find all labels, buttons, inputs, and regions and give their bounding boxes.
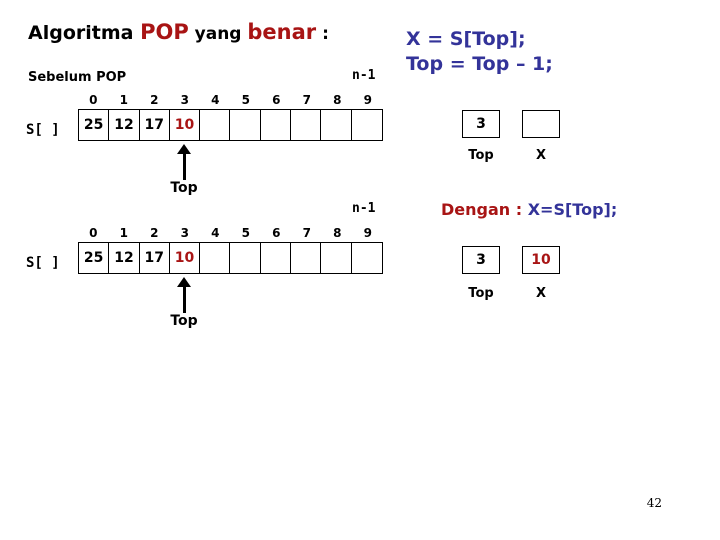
array-1-index-7: 7 (302, 93, 311, 107)
array-1-index-5: 5 (241, 93, 250, 107)
array-1-cell-9[interactable] (352, 110, 382, 140)
title-part-3: : (316, 24, 329, 44)
array-1-index-6: 6 (272, 93, 281, 107)
array-2-cell-0[interactable]: 25 (79, 243, 110, 273)
array-2-cell-8[interactable] (321, 243, 352, 273)
array-2-index-5: 5 (241, 226, 250, 240)
array-1-cell-7[interactable] (291, 110, 322, 140)
array-2-index-6: 6 (272, 226, 281, 240)
array-2-index-0: 0 (89, 226, 98, 240)
array-1-index-1: 1 (119, 93, 128, 107)
array-2-range-label: n-1 (352, 201, 376, 216)
array-1-range-label: n-1 (352, 68, 376, 83)
array-1-cell-0[interactable]: 25 (79, 110, 110, 140)
state-before-x-box[interactable] (522, 110, 560, 138)
title-part-2: yang (188, 24, 248, 44)
array-2-cell-9[interactable] (352, 243, 382, 273)
array-1-section-label: Sebelum POP (28, 70, 127, 85)
state-after-top-box[interactable]: 3 (462, 246, 500, 274)
page-title: Algoritma POP yang benar : (28, 20, 329, 44)
code-line-2: Top = Top – 1; (406, 53, 553, 75)
array-1-cell-3[interactable]: 10 (170, 110, 201, 140)
array-2-index-7: 7 (302, 226, 311, 240)
array-2-index-9: 9 (363, 226, 372, 240)
array-1-cell-6[interactable] (261, 110, 292, 140)
state-after-x-label: X (535, 286, 547, 301)
title-keyword-pop: POP (140, 20, 189, 44)
array-1-index-0: 0 (89, 93, 98, 107)
array-2-cell-6[interactable] (261, 243, 292, 273)
array-2-cell-1[interactable]: 12 (109, 243, 140, 273)
array-1-cell-5[interactable] (230, 110, 261, 140)
array-2-cell-3[interactable]: 10 (170, 243, 201, 273)
array-2-top-pointer-label: Top (170, 313, 198, 329)
array-1-cell-4[interactable] (200, 110, 231, 140)
array-1-top-pointer-label: Top (170, 180, 198, 196)
array-1-index-3: 3 (180, 93, 189, 107)
array-1-index-2: 2 (150, 93, 159, 107)
array-2-cell-4[interactable] (200, 243, 231, 273)
slide-canvas: Algoritma POP yang benar : Sebelum POP n… (0, 0, 720, 540)
array-2-index-3: 3 (180, 226, 189, 240)
array-1-cells: 25 12 17 10 (78, 109, 383, 141)
array-2-cell-2[interactable]: 17 (140, 243, 170, 273)
array-1-index-9: 9 (363, 93, 372, 107)
array-2-cell-7[interactable] (291, 243, 322, 273)
array-1-top-arrow-shaft-icon (183, 151, 186, 180)
array-1-index-4: 4 (211, 93, 220, 107)
state-after-top-label: Top (468, 286, 494, 301)
title-keyword-benar: benar (247, 20, 317, 44)
array-1-name-label: S[ ] (26, 122, 60, 138)
array-2-index-2: 2 (150, 226, 159, 240)
state-before-top-label: Top (468, 148, 494, 163)
array-1-index-8: 8 (333, 93, 342, 107)
array-2-cells: 25 12 17 10 (78, 242, 383, 274)
array-1-cell-8[interactable] (321, 110, 352, 140)
state-before-top-box[interactable]: 3 (462, 110, 500, 138)
array-2-cell-5[interactable] (230, 243, 261, 273)
array-2-name-label: S[ ] (26, 255, 60, 271)
dengan-note-prefix: Dengan : (441, 200, 528, 219)
array-2-index-8: 8 (333, 226, 342, 240)
array-2-index-1: 1 (119, 226, 128, 240)
state-after-x-box[interactable]: 10 (522, 246, 560, 274)
array-2-index-4: 4 (211, 226, 220, 240)
state-before-x-label: X (535, 148, 547, 163)
array-2-top-arrow-shaft-icon (183, 284, 186, 313)
page-number: 42 (646, 496, 662, 510)
dengan-note-expression: X=S[Top]; (527, 200, 618, 219)
title-part-1: Algoritma (28, 22, 141, 44)
array-1-cell-2[interactable]: 17 (140, 110, 170, 140)
dengan-note: Dengan : X=S[Top]; (441, 200, 617, 219)
code-line-1: X = S[Top]; (406, 28, 526, 50)
array-1-cell-1[interactable]: 12 (109, 110, 140, 140)
